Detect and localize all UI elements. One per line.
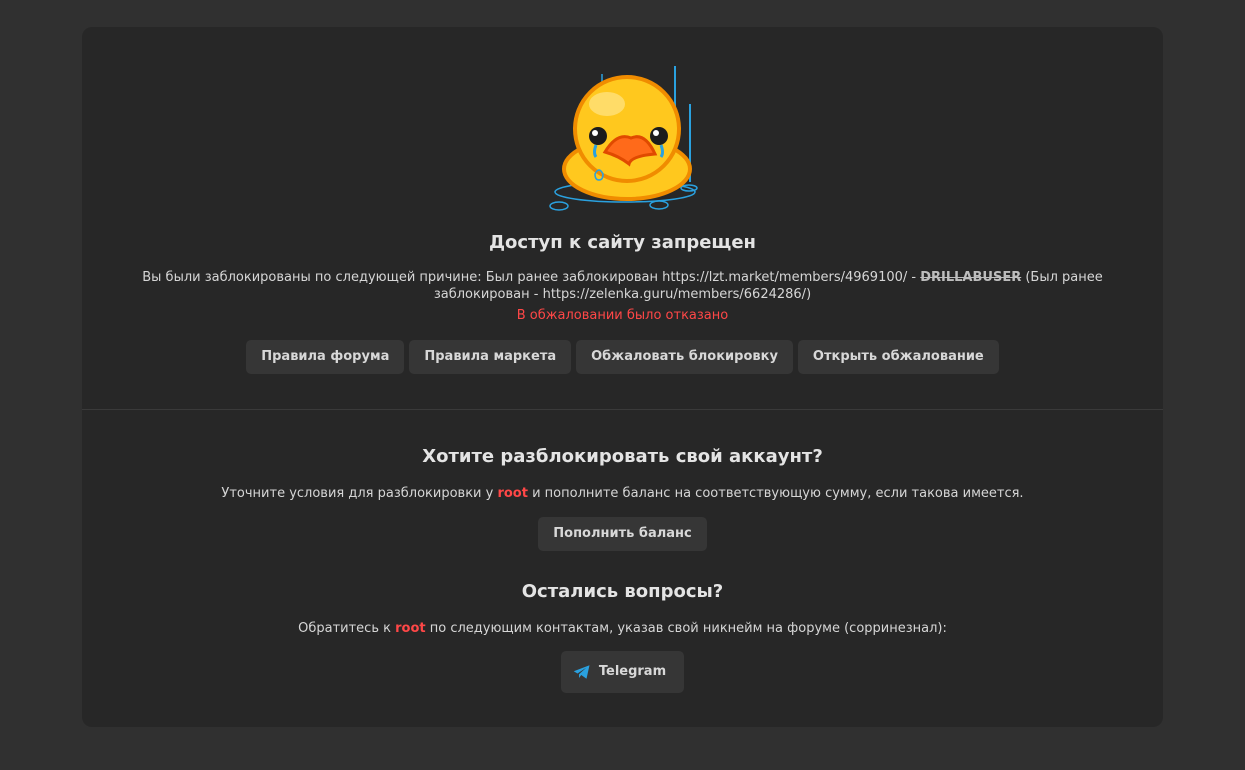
telegram-row: Telegram xyxy=(82,651,1163,693)
top-up-balance-button[interactable]: Пополнить баланс xyxy=(538,517,707,551)
forum-rules-button[interactable]: Правила форума xyxy=(246,340,405,374)
questions-text: Обратитесь к root по следующим контактам… xyxy=(112,620,1133,637)
appeal-ban-button[interactable]: Обжаловать блокировку xyxy=(576,340,793,374)
crying-duck-illustration xyxy=(547,64,707,214)
appeal-status: В обжаловании было отказано xyxy=(516,308,729,323)
questions-text-after: по следующим контактам, указав свой никн… xyxy=(425,621,947,636)
questions-title: Остались вопросы? xyxy=(521,581,724,602)
ban-section: Доступ к сайту запрещен Вы были заблокир… xyxy=(82,27,1163,410)
unlock-text: Уточните условия для разблокировки у roo… xyxy=(112,485,1133,502)
root-user-link[interactable]: root xyxy=(497,486,528,501)
telegram-icon xyxy=(573,665,590,679)
root-user-link-2[interactable]: root xyxy=(395,621,426,636)
ban-actions: Правила форума Правила маркета Обжаловат… xyxy=(82,340,1163,374)
struck-username[interactable]: DRILLABUSER xyxy=(920,270,1021,285)
open-appeal-button[interactable]: Открыть обжалование xyxy=(797,340,999,374)
market-rules-button[interactable]: Правила маркета xyxy=(409,340,572,374)
unlock-title: Хотите разблокировать свой аккаунт? xyxy=(422,446,823,467)
unlock-text-before: Уточните условия для разблокировки у xyxy=(221,486,498,501)
ban-reason: Вы были заблокированы по следующей причи… xyxy=(112,269,1133,303)
help-section: Хотите разблокировать свой аккаунт? Уточ… xyxy=(82,410,1163,727)
ban-card: Доступ к сайту запрещен Вы были заблокир… xyxy=(82,27,1163,727)
telegram-label: Telegram xyxy=(598,664,667,679)
telegram-button[interactable]: Telegram xyxy=(560,651,685,693)
questions-text-before: Обратитесь к xyxy=(298,621,396,636)
page-title: Доступ к сайту запрещен xyxy=(489,232,756,253)
balance-row: Пополнить баланс xyxy=(82,517,1163,551)
ban-reason-prefix: Вы были заблокированы по следующей причи… xyxy=(142,270,921,285)
unlock-text-after: и пополните баланс на соответствующую су… xyxy=(527,486,1024,501)
